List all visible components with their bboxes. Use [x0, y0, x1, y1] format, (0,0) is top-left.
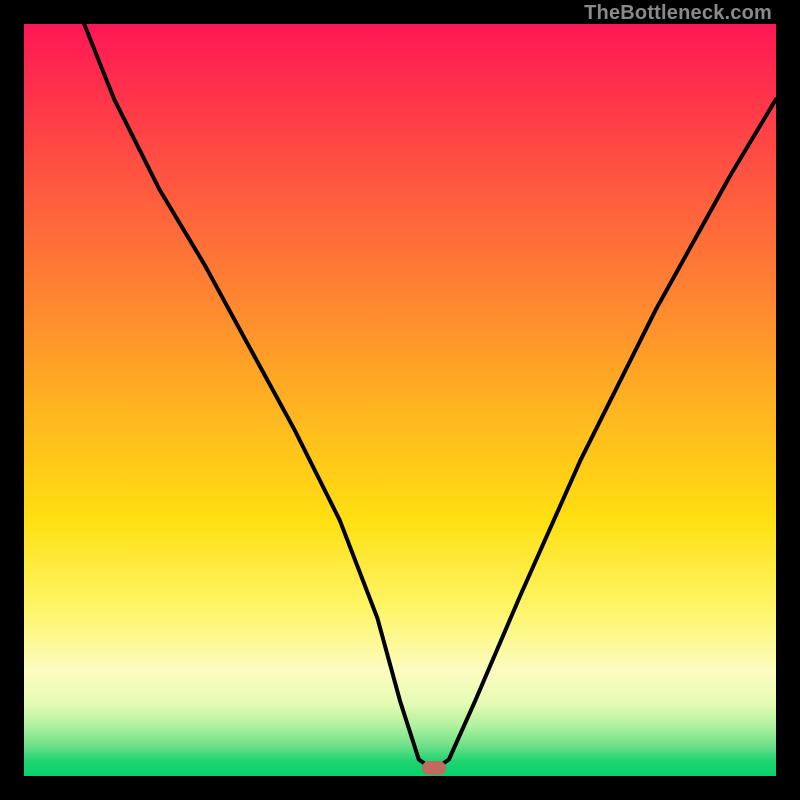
plot-area — [24, 24, 776, 776]
optimal-marker — [422, 761, 446, 775]
attribution-text: TheBottleneck.com — [584, 2, 772, 25]
bottleneck-curve — [24, 24, 776, 776]
chart-frame — [24, 24, 776, 776]
curve-path — [84, 24, 776, 770]
